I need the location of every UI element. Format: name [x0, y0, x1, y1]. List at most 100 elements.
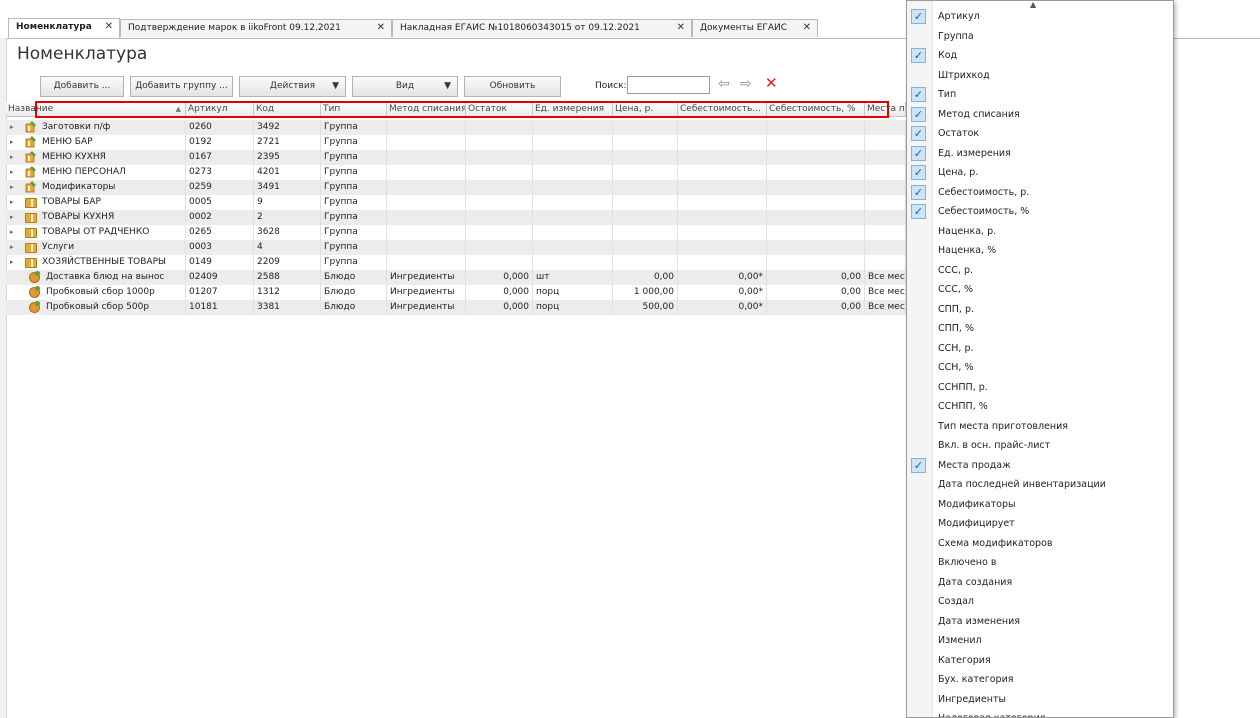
- menu-item-column[interactable]: ССН, р.: [907, 339, 1173, 359]
- expand-arrow-icon[interactable]: ▸: [10, 255, 14, 270]
- menu-item-column[interactable]: Модифицирует: [907, 514, 1173, 534]
- close-icon[interactable]: ✕: [105, 19, 113, 35]
- menu-item-column[interactable]: ССНПП, р.: [907, 378, 1173, 398]
- clear-search-icon[interactable]: ✕: [765, 74, 778, 92]
- folder-stripe: [31, 199, 33, 207]
- menu-item-column[interactable]: Бух. категория: [907, 670, 1173, 690]
- menu-item-column[interactable]: Модификаторы: [907, 495, 1173, 515]
- close-icon[interactable]: ✕: [377, 20, 385, 36]
- menu-item-label: ССНПП, р.: [938, 381, 988, 393]
- cell-price: [613, 135, 678, 150]
- expand-arrow-icon[interactable]: ▸: [10, 150, 14, 165]
- cell-price: 500,00: [613, 300, 678, 315]
- menu-item-label: Ингредиенты: [938, 693, 1007, 705]
- cell-stock: [466, 135, 533, 150]
- menu-item-label: Себестоимость, %: [938, 206, 1030, 217]
- menu-item-column[interactable]: ✓ Себестоимость, %: [907, 202, 1173, 222]
- menu-item-column[interactable]: СПП, р.: [907, 300, 1173, 320]
- menu-item-column[interactable]: Включено в: [907, 553, 1173, 573]
- table-row[interactable]: ▸ МЕНЮ БАР 0192 2721 Группа: [6, 135, 906, 150]
- search-input[interactable]: [627, 76, 710, 94]
- menu-item-column[interactable]: Дата изменения: [907, 612, 1173, 632]
- menu-item-column[interactable]: Наценка, %: [907, 241, 1173, 261]
- menu-item-column[interactable]: Ингредиенты: [907, 690, 1173, 710]
- menu-item-column[interactable]: Группа: [907, 27, 1173, 47]
- table-row[interactable]: ▸ Модификаторы 0259 3491 Группа: [6, 180, 906, 195]
- expand-arrow-icon[interactable]: ▸: [10, 180, 14, 195]
- tab-ikofront-marks[interactable]: Подтверждение марок в iikoFront 09.12.20…: [120, 19, 392, 37]
- menu-item-column[interactable]: Наценка, р.: [907, 222, 1173, 242]
- expand-arrow-icon[interactable]: ▸: [10, 165, 14, 180]
- menu-item-column[interactable]: Изменил: [907, 631, 1173, 651]
- tab-egais-invoice[interactable]: Накладная ЕГАИС №1018060343015 от 09.12.…: [392, 19, 692, 37]
- cell-article: 01207: [186, 285, 254, 300]
- cell-cost-pct: [767, 240, 865, 255]
- table-row[interactable]: Доставка блюд на вынос 02409 2588 Блюдо Ингр…: [6, 270, 906, 285]
- menu-item-column[interactable]: ССНПП, %: [907, 397, 1173, 417]
- table-row[interactable]: ▸ ТОВАРЫ БАР 0005 9 Группа: [6, 195, 906, 210]
- table-row[interactable]: ▸ Заготовки п/ф 0260 3492 Группа: [6, 120, 906, 135]
- tab-egais-documents[interactable]: Документы ЕГАИС ✕: [692, 19, 818, 37]
- menu-item-column[interactable]: Штрихкод: [907, 66, 1173, 86]
- menu-item-label: Схема модификаторов: [938, 537, 1053, 549]
- menu-item-column[interactable]: Создал: [907, 592, 1173, 612]
- expand-arrow-icon[interactable]: ▸: [10, 225, 14, 240]
- menu-item-label: СПП, %: [938, 323, 974, 334]
- chevron-down-icon: ▼: [332, 81, 339, 91]
- menu-item-column[interactable]: ✓ Артикул: [907, 7, 1173, 27]
- table-row[interactable]: Пробковый сбор 500р 10181 3381 Блюдо Ингреди…: [6, 300, 906, 315]
- view-dropdown[interactable]: Вид ▼: [352, 76, 458, 97]
- menu-item-column[interactable]: ✓ Ед. измерения: [907, 144, 1173, 164]
- menu-item-column[interactable]: ✓ Метод списания: [907, 105, 1173, 125]
- table-row[interactable]: Пробковый сбор 1000р 01207 1312 Блюдо Ингред…: [6, 285, 906, 300]
- menu-item-column[interactable]: ✓ Места продаж: [907, 456, 1173, 476]
- cell-stock: [466, 120, 533, 135]
- menu-item-column[interactable]: Тип места приготовления: [907, 417, 1173, 437]
- cell-cost-pct: [767, 195, 865, 210]
- expand-arrow-icon[interactable]: ▸: [10, 240, 14, 255]
- cell-cost: [678, 240, 767, 255]
- cell-code: 3628: [254, 225, 321, 240]
- expand-arrow-icon[interactable]: ▸: [10, 210, 14, 225]
- menu-item-column[interactable]: ССС, %: [907, 280, 1173, 300]
- tab-nomenclature[interactable]: Номенклатура ✕: [8, 18, 120, 38]
- cell-type: Блюдо: [321, 285, 387, 300]
- close-icon[interactable]: ✕: [677, 20, 685, 36]
- menu-item-column[interactable]: ✓ Код: [907, 46, 1173, 66]
- menu-item-column[interactable]: Схема модификаторов: [907, 534, 1173, 554]
- expand-arrow-icon[interactable]: ▸: [10, 195, 14, 210]
- table-row[interactable]: ▸ ХОЗЯЙСТВЕННЫЕ ТОВАРЫ 0149 2209 Группа: [6, 255, 906, 270]
- table-row[interactable]: ▸ ТОВАРЫ КУХНЯ 0002 2 Группа: [6, 210, 906, 225]
- cell-stock: 0,000: [466, 300, 533, 315]
- search-next-icon[interactable]: ⇨: [740, 76, 752, 92]
- menu-item-column[interactable]: ССС, р.: [907, 261, 1173, 281]
- menu-item-column[interactable]: СПП, %: [907, 319, 1173, 339]
- checkmark-icon: ✓: [911, 106, 926, 122]
- cell-method: Ингредиенты: [387, 270, 466, 285]
- refresh-button[interactable]: Обновить: [464, 76, 561, 97]
- menu-item-column[interactable]: Налоговая категория: [907, 709, 1173, 717]
- expand-arrow-icon[interactable]: ▸: [10, 120, 14, 135]
- menu-item-column[interactable]: ✓ Остаток: [907, 124, 1173, 144]
- menu-item-column[interactable]: Дата создания: [907, 573, 1173, 593]
- menu-item-column[interactable]: ССН, %: [907, 358, 1173, 378]
- add-group-button[interactable]: Добавить группу ...: [130, 76, 233, 97]
- cell-method: [387, 150, 466, 165]
- menu-item-column[interactable]: Вкл. в осн. прайс-лист: [907, 436, 1173, 456]
- menu-item-column[interactable]: Категория: [907, 651, 1173, 671]
- table-row[interactable]: ▸ ТОВАРЫ ОТ РАДЧЕНКО 0265 3628 Группа: [6, 225, 906, 240]
- add-button[interactable]: Добавить ...: [40, 76, 124, 97]
- close-icon[interactable]: ✕: [803, 20, 811, 36]
- actions-dropdown[interactable]: Действия ▼: [239, 76, 346, 97]
- expand-arrow-icon[interactable]: ▸: [10, 135, 14, 150]
- table-row[interactable]: ▸ МЕНЮ ПЕРСОНАЛ 0273 4201 Группа: [6, 165, 906, 180]
- menu-item-column[interactable]: Дата последней инвентаризации: [907, 475, 1173, 495]
- table-row[interactable]: ▸ Услуги 0003 4 Группа: [6, 240, 906, 255]
- menu-item-column[interactable]: ✓ Тип: [907, 85, 1173, 105]
- table-row[interactable]: ▸ МЕНЮ КУХНЯ 0167 2395 Группа: [6, 150, 906, 165]
- search-prev-icon[interactable]: ⇦: [718, 76, 730, 92]
- menu-group-icon: [25, 136, 37, 148]
- cell-cost-pct: 0,00: [767, 270, 865, 285]
- menu-item-column[interactable]: ✓ Цена, р.: [907, 163, 1173, 183]
- menu-item-column[interactable]: ✓ Себестоимость, р.: [907, 183, 1173, 203]
